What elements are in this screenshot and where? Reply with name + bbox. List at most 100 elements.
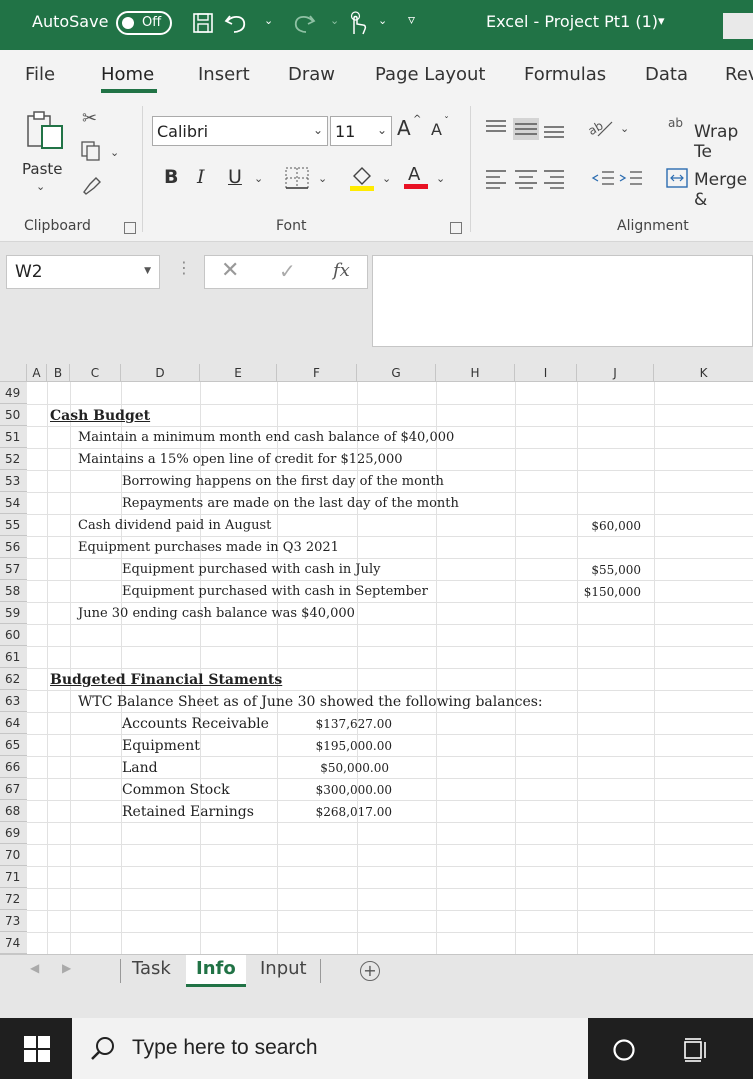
cortana-icon[interactable] xyxy=(612,1038,636,1062)
redo-icon[interactable] xyxy=(290,12,316,34)
row-header[interactable]: 52 xyxy=(0,448,27,470)
row-header[interactable]: 62 xyxy=(0,668,27,690)
underline-button[interactable]: U xyxy=(228,166,242,188)
paste-dropdown-icon[interactable]: ⌄ xyxy=(36,180,45,193)
row-header[interactable]: 64 xyxy=(0,712,27,734)
grow-font-button[interactable]: A xyxy=(397,116,411,140)
paste-icon[interactable] xyxy=(24,110,70,150)
cell-f64[interactable]: $137,627.00 xyxy=(290,713,392,735)
column-header-i[interactable]: I xyxy=(515,364,577,382)
indent-icons[interactable] xyxy=(590,168,646,190)
formula-input[interactable] xyxy=(372,255,753,347)
enter-icon[interactable]: ✓ xyxy=(279,259,296,283)
cell-d58[interactable]: Equipment purchased with cash in Septemb… xyxy=(122,581,428,603)
font-launcher-icon[interactable] xyxy=(450,222,462,234)
column-header-a[interactable]: A xyxy=(27,364,47,382)
column-header-g[interactable]: G xyxy=(357,364,436,382)
borders-dropdown-icon[interactable]: ⌄ xyxy=(318,172,327,185)
row-header[interactable]: 49 xyxy=(0,382,27,404)
scroll-right-icon[interactable]: ▶ xyxy=(62,961,71,975)
underline-dropdown-icon[interactable]: ⌄ xyxy=(254,172,263,185)
fill-color-icon[interactable] xyxy=(348,164,376,192)
tab-formulas[interactable]: Formulas xyxy=(524,64,606,85)
cell-c55[interactable]: Cash dividend paid in August xyxy=(78,515,271,537)
fill-color-dropdown-icon[interactable]: ⌄ xyxy=(382,172,391,185)
orientation-icon[interactable]: ab xyxy=(586,116,616,140)
tab-page-layout[interactable]: Page Layout xyxy=(375,64,486,85)
tab-review[interactable]: Rev xyxy=(725,64,753,85)
cell-d53[interactable]: Borrowing happens on the first day of th… xyxy=(122,471,444,493)
budgeted-statements-heading[interactable]: Budgeted Financial Staments xyxy=(50,669,282,691)
column-header-k[interactable]: K xyxy=(654,364,753,382)
cell-c56[interactable]: Equipment purchases made in Q3 2021 xyxy=(78,537,339,559)
row-header[interactable]: 69 xyxy=(0,822,27,844)
format-painter-icon[interactable] xyxy=(80,174,104,196)
taskbar-search[interactable]: Type here to search xyxy=(72,1018,588,1079)
save-icon[interactable] xyxy=(192,12,214,34)
row-header[interactable]: 60 xyxy=(0,624,27,646)
undo-icon[interactable] xyxy=(224,12,250,34)
row-header[interactable]: 65 xyxy=(0,734,27,756)
select-all-button[interactable] xyxy=(0,364,27,382)
row-header[interactable]: 66 xyxy=(0,756,27,778)
title-dropdown-icon[interactable]: ▾ xyxy=(658,14,665,29)
cash-budget-heading[interactable]: Cash Budget xyxy=(50,405,150,427)
cell-j57[interactable]: $55,000 xyxy=(577,559,641,581)
task-view-icon[interactable] xyxy=(684,1038,710,1062)
cell-f68[interactable]: $268,017.00 xyxy=(290,801,392,823)
cell-d57[interactable]: Equipment purchased with cash in July xyxy=(122,559,381,581)
cell-d67[interactable]: Common Stock xyxy=(122,779,230,801)
tab-draw[interactable]: Draw xyxy=(288,64,335,85)
row-header[interactable]: 59 xyxy=(0,602,27,624)
paste-label[interactable]: Paste xyxy=(22,160,63,178)
sheet-tab-info[interactable]: Info xyxy=(186,955,246,987)
cancel-icon[interactable]: ✕ xyxy=(221,258,239,283)
shrink-font-button[interactable]: A xyxy=(431,120,442,139)
cell-j58[interactable]: $150,000 xyxy=(577,581,641,603)
cell-c52[interactable]: Maintains a 15% open line of credit for … xyxy=(78,449,402,471)
row-header[interactable]: 71 xyxy=(0,866,27,888)
sheet-tab-task[interactable]: Task xyxy=(122,955,181,987)
wrap-text-button[interactable]: Wrap Te xyxy=(694,122,753,162)
worksheet-grid[interactable]: A B C D E F G H I J K 49 50 51 52 53 54 … xyxy=(0,364,753,954)
column-header-j[interactable]: J xyxy=(577,364,654,382)
row-header[interactable]: 67 xyxy=(0,778,27,800)
row-header[interactable]: 68 xyxy=(0,800,27,822)
vertical-align-icons[interactable] xyxy=(484,118,568,140)
font-name-select[interactable]: Calibri ⌄ xyxy=(152,116,328,146)
clipboard-launcher-icon[interactable] xyxy=(124,222,136,234)
font-color-icon[interactable]: A xyxy=(402,162,430,192)
column-header-c[interactable]: C xyxy=(70,364,121,382)
cell-d65[interactable]: Equipment xyxy=(122,735,200,757)
row-header[interactable]: 74 xyxy=(0,932,27,954)
row-header[interactable]: 73 xyxy=(0,910,27,932)
touch-dropdown-icon[interactable]: ⌄ xyxy=(378,14,387,27)
borders-icon[interactable] xyxy=(284,166,310,190)
tab-data[interactable]: Data xyxy=(645,64,688,85)
orientation-dropdown-icon[interactable]: ⌄ xyxy=(620,122,629,135)
row-header[interactable]: 58 xyxy=(0,580,27,602)
cut-icon[interactable]: ✂ xyxy=(82,108,97,129)
column-header-f[interactable]: F xyxy=(277,364,357,382)
cell-d64[interactable]: Accounts Receivable xyxy=(122,713,269,735)
copy-dropdown-icon[interactable]: ⌄ xyxy=(110,146,119,159)
cell-d68[interactable]: Retained Earnings xyxy=(122,801,254,823)
tab-file[interactable]: File xyxy=(25,64,55,85)
row-header[interactable]: 55 xyxy=(0,514,27,536)
cell-c59[interactable]: June 30 ending cash balance was $40,000 xyxy=(78,603,355,625)
cell-c63[interactable]: WTC Balance Sheet as of June 30 showed t… xyxy=(78,691,543,713)
touch-mode-icon[interactable] xyxy=(346,10,368,36)
cell-j55[interactable]: $60,000 xyxy=(577,515,641,537)
add-sheet-button[interactable]: + xyxy=(360,961,380,981)
horizontal-align-icons[interactable] xyxy=(484,168,568,190)
italic-button[interactable]: I xyxy=(197,166,205,188)
column-header-b[interactable]: B xyxy=(47,364,70,382)
column-header-e[interactable]: E xyxy=(200,364,277,382)
customize-qat-icon[interactable]: ▿ xyxy=(408,12,415,28)
merge-center-icon[interactable] xyxy=(666,168,688,188)
undo-dropdown-icon[interactable]: ⌄ xyxy=(264,14,273,27)
row-header[interactable]: 54 xyxy=(0,492,27,514)
autosave-toggle[interactable]: Off xyxy=(116,11,172,35)
copy-icon[interactable] xyxy=(80,140,104,162)
scroll-left-icon[interactable]: ◀ xyxy=(30,961,39,975)
